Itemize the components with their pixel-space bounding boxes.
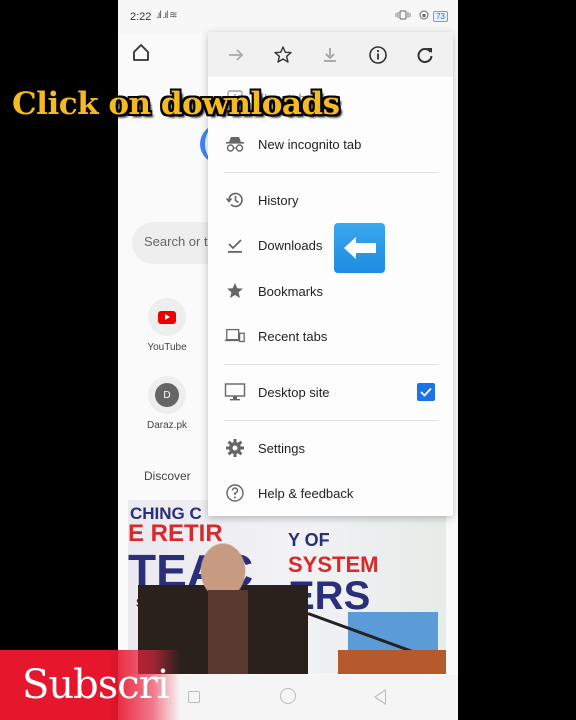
desktop-site-checkbox[interactable] <box>417 383 435 401</box>
lock-rotation-icon <box>419 10 429 23</box>
battery-icon: 73 <box>433 11 448 22</box>
podium <box>338 650 446 674</box>
monitor-icon <box>224 381 246 403</box>
speaker-shirt <box>208 590 248 674</box>
left-arrow-pointer <box>334 223 385 273</box>
menu-item-label: Desktop site <box>258 384 330 400</box>
bookmark-button[interactable] <box>267 39 299 71</box>
search-placeholder: Search or t <box>144 234 208 249</box>
download-icon <box>324 47 337 62</box>
download-page-button[interactable] <box>314 39 346 71</box>
shortcut-daraz[interactable]: D Daraz.pk <box>137 376 197 431</box>
star-icon <box>224 280 246 302</box>
menu-item-bookmarks[interactable]: Bookmarks <box>208 269 453 313</box>
status-right: 73 <box>393 10 448 23</box>
refresh-icon <box>417 47 433 63</box>
status-bar: 2:22 .ıl .ıl ≋ 73 <box>118 0 458 34</box>
shortcut-label: YouTube <box>147 342 187 353</box>
menu-item-label: Recent tabs <box>258 328 328 344</box>
refresh-button[interactable] <box>409 39 441 71</box>
star-outline-icon <box>274 45 292 63</box>
youtube-icon <box>158 310 176 324</box>
menu-item-label: Downloads <box>258 237 323 253</box>
recents-button[interactable] <box>188 691 200 703</box>
menu-toolbar <box>208 32 453 77</box>
forward-arrow-icon <box>228 48 243 61</box>
checkmark-icon <box>420 387 432 397</box>
shortcut-label: Daraz.pk <box>146 420 187 431</box>
video-frame: 2:22 .ıl .ıl ≋ 73 Search or t YouTube D … <box>0 0 576 720</box>
menu-divider <box>224 364 438 365</box>
shortcut-youtube[interactable]: YouTube <box>137 298 197 353</box>
signal-icon: .ıl .ıl ≋ <box>156 10 177 21</box>
gear-icon <box>224 437 246 459</box>
home-nav-button[interactable] <box>280 688 296 704</box>
history-icon <box>224 189 246 211</box>
help-icon <box>224 482 246 504</box>
menu-item-label: History <box>258 192 299 208</box>
page-info-button[interactable] <box>362 39 394 71</box>
menu-item-desktop-site[interactable]: Desktop site <box>208 370 453 414</box>
menu-item-history[interactable]: History <box>208 178 453 222</box>
devices-icon <box>224 325 246 347</box>
download-check-icon <box>224 234 246 256</box>
menu-item-recent-tabs[interactable]: Recent tabs <box>208 314 453 358</box>
menu-divider <box>224 420 438 421</box>
menu-item-help-feedback[interactable]: Help & feedback <box>208 471 453 515</box>
home-icon <box>133 44 149 61</box>
tutorial-caption: Click on downloads <box>12 86 340 122</box>
article-image[interactable]: CHING C E RETIR TEAC Sc Y OF SYSTEM ERS <box>128 500 446 674</box>
menu-item-downloads[interactable]: Downloads <box>208 223 453 267</box>
back-button[interactable] <box>374 689 386 705</box>
menu-item-new-incognito-tab[interactable]: New incognito tab <box>208 122 453 166</box>
info-icon <box>369 45 387 64</box>
forward-button[interactable] <box>220 39 252 71</box>
status-time: 2:22 <box>130 11 152 23</box>
subscribe-text: Subscri <box>22 662 170 708</box>
menu-item-label: Help & feedback <box>258 485 354 501</box>
vibrate-icon <box>393 10 415 23</box>
menu-divider <box>224 172 438 173</box>
menu-item-label: Bookmarks <box>258 283 324 299</box>
home-button[interactable] <box>128 40 154 66</box>
subscribe-overlay[interactable]: Subscri <box>0 650 180 720</box>
menu-item-label: New incognito tab <box>258 136 362 152</box>
menu-item-label: Settings <box>258 440 305 456</box>
discover-heading: Discover <box>144 469 191 483</box>
letter-avatar-icon: D <box>155 383 179 407</box>
incognito-icon <box>224 133 246 155</box>
left-arrow-icon <box>343 237 376 259</box>
menu-item-settings[interactable]: Settings <box>208 426 453 470</box>
